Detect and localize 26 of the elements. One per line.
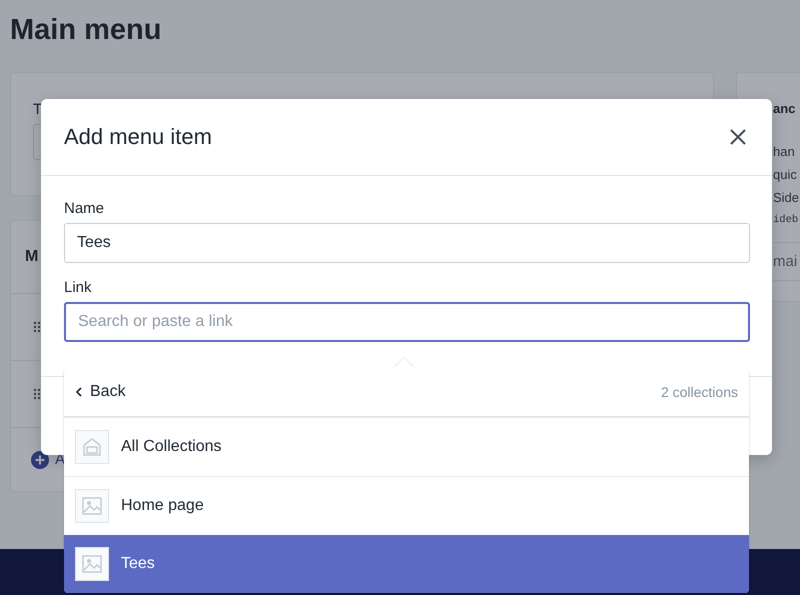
- field-label: Link: [64, 279, 93, 296]
- help-text: Side: [773, 189, 800, 207]
- dropdown-item[interactable]: All Collections: [64, 417, 749, 476]
- close-icon: [730, 129, 746, 145]
- text-field[interactable]: Search or paste a link: [64, 302, 750, 342]
- back-button[interactable]: Back: [76, 383, 126, 401]
- side-button[interactable]: mai: [773, 242, 800, 281]
- dropdown-item[interactable]: Home page: [64, 476, 749, 535]
- image-icon: [82, 497, 102, 515]
- page-title: Main menu: [10, 14, 162, 46]
- card-heading: M: [25, 248, 38, 266]
- code-text: ideb: [773, 213, 800, 228]
- chevron-left-icon: [76, 387, 82, 397]
- collection-icon: [82, 437, 102, 457]
- help-text: han: [773, 143, 796, 161]
- card-heading: anc: [773, 101, 796, 116]
- drag-handle-icon[interactable]: [33, 321, 41, 333]
- drag-handle-icon[interactable]: [33, 388, 41, 400]
- text-field[interactable]: Tees: [64, 223, 750, 263]
- help-text: quic: [773, 166, 798, 184]
- dropdown-item[interactable]: Tees: [64, 535, 749, 593]
- image-icon: [82, 555, 102, 573]
- plus-circle-icon[interactable]: [31, 450, 49, 468]
- result-count: 2 collections: [660, 384, 738, 400]
- modal-title: Add menu item: [64, 124, 212, 150]
- field-label: Name: [64, 200, 106, 217]
